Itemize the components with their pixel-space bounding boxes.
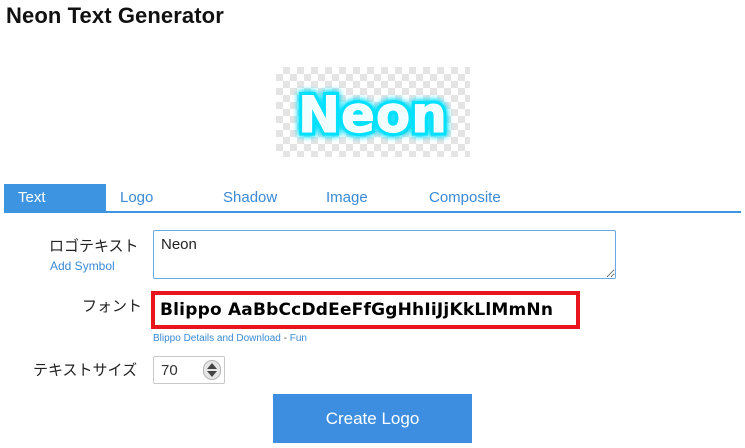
neon-logo-image: Neon Neon Neon — [295, 83, 451, 148]
page-title: Neon Text Generator — [6, 3, 224, 28]
text-size-input[interactable]: 70 — [153, 356, 225, 384]
tab-logo[interactable]: Logo — [120, 184, 153, 211]
tab-shadow[interactable]: Shadow — [223, 184, 277, 211]
neon-core-text: Neon — [298, 86, 448, 144]
logo-text-input[interactable]: Neon — [153, 230, 616, 279]
logo-text-label: ロゴテキスト — [49, 238, 139, 255]
add-symbol-link[interactable]: Add Symbol — [50, 259, 115, 273]
spin-up-icon[interactable] — [207, 363, 217, 369]
tab-text[interactable]: Text — [4, 184, 106, 211]
tab-bar: Text Logo Shadow Image Composite — [4, 184, 741, 213]
font-label: フォント — [82, 298, 143, 315]
tab-image[interactable]: Image — [326, 184, 368, 211]
text-size-value: 70 — [161, 362, 178, 379]
create-logo-button[interactable]: Create Logo — [273, 394, 472, 443]
logo-preview: Neon Neon Neon — [276, 67, 470, 157]
font-details-link[interactable]: Blippo Details and Download — [153, 333, 281, 344]
font-meta-separator: - — [283, 333, 287, 344]
font-category-link[interactable]: Fun — [290, 333, 307, 344]
font-selector[interactable]: Blippo AaBbCcDdEeFfGgHhIiJjKkLlMmNn — [151, 291, 580, 329]
text-size-spinner[interactable] — [203, 360, 221, 380]
font-sample-text: Blippo AaBbCcDdEeFfGgHhIiJjKkLlMmNn — [160, 300, 554, 320]
tab-composite[interactable]: Composite — [429, 184, 501, 211]
text-size-label: テキストサイズ — [33, 362, 138, 379]
font-meta: Blippo Details and Download - Fun — [153, 333, 307, 344]
spin-down-icon[interactable] — [207, 371, 217, 377]
